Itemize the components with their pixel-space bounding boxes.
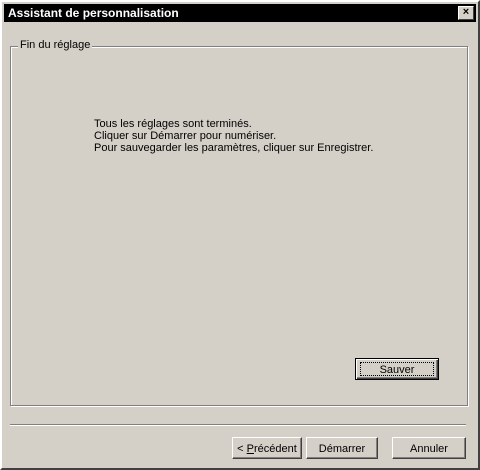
previous-button-label: récédent	[254, 443, 297, 455]
message-line-2: Cliquer sur Démarrer pour numériser.	[94, 130, 277, 142]
message-line-1: Tous les réglages sont terminés.	[94, 118, 252, 130]
cancel-button[interactable]: Annuler	[392, 437, 466, 459]
previous-button-mnemonic: P	[246, 443, 254, 455]
message-line-3: Pour sauvegarder les paramètres, cliquer…	[94, 142, 374, 154]
group-box	[10, 46, 468, 406]
previous-button-prefix: <	[237, 443, 247, 455]
save-button[interactable]: Sauver	[355, 358, 439, 380]
separator	[10, 424, 466, 426]
previous-button[interactable]: < Précédent	[232, 437, 302, 459]
title-bar: Assistant de personnalisation ×	[4, 4, 476, 22]
window-title: Assistant de personnalisation	[8, 6, 179, 20]
close-icon[interactable]: ×	[458, 6, 474, 20]
save-button-label: Sauver	[360, 362, 434, 376]
group-title: Fin du réglage	[18, 38, 93, 52]
start-button[interactable]: Démarrer	[306, 437, 378, 459]
